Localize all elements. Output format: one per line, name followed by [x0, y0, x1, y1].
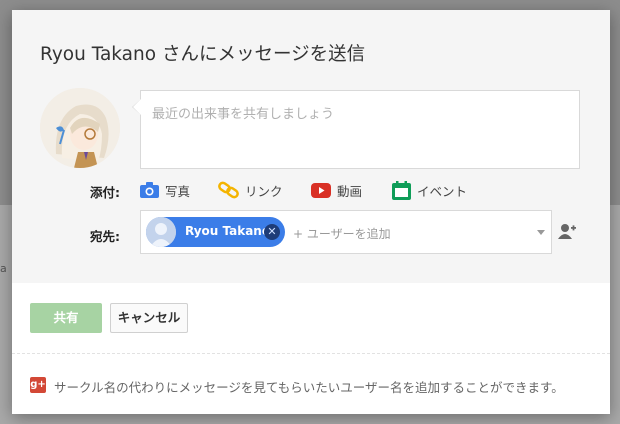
dialog-title: Ryou Takano さんにメッセージを送信	[40, 44, 366, 65]
recipient-avatar	[146, 217, 176, 247]
link-icon	[218, 181, 239, 199]
recipient-name: Ryou Takano	[185, 224, 271, 238]
share-button[interactable]: 共有	[30, 303, 102, 333]
attach-photo-button[interactable]: 写真	[140, 181, 190, 199]
attach-link-label: リンク	[245, 183, 283, 199]
camera-icon	[140, 182, 159, 198]
background-text-fragment: a	[0, 262, 7, 275]
recipient-chip[interactable]: Ryou Takano ✕	[146, 217, 285, 247]
send-message-dialog: Ryou Takano さんにメッセージを送信 最近の出来事を共有しましょう 添…	[12, 10, 610, 414]
avatar	[40, 88, 120, 168]
to-label: 宛先:	[90, 229, 120, 244]
chevron-down-icon[interactable]	[537, 230, 545, 235]
attach-link-button[interactable]: リンク	[218, 181, 283, 199]
add-user-input[interactable]: + ユーザーを追加	[293, 225, 391, 242]
attach-label: 添付:	[90, 185, 120, 200]
share-text-input[interactable]: 最近の出来事を共有しましょう	[132, 90, 580, 169]
dialog-divider	[12, 353, 610, 354]
share-placeholder: 最近の出来事を共有しましょう	[152, 107, 335, 122]
remove-recipient-icon[interactable]: ✕	[264, 224, 280, 240]
attach-event-button[interactable]: イベント	[392, 180, 468, 200]
default-person-icon	[146, 217, 176, 247]
attach-video-button[interactable]: 動画	[311, 181, 362, 199]
cancel-button[interactable]: キャンセル	[110, 303, 188, 333]
calendar-icon	[392, 180, 411, 200]
avatar-illustration	[40, 88, 120, 168]
attach-event-label: イベント	[417, 183, 468, 199]
attach-video-label: 動画	[337, 183, 363, 199]
recipients-field[interactable]: Ryou Takano ✕ + ユーザーを追加	[140, 210, 552, 254]
video-icon	[311, 182, 331, 198]
footer-hint: サークル名の代わりにメッセージを見てもらいたいユーザー名を追加することができます…	[54, 380, 564, 395]
google-plus-icon: g+	[30, 377, 46, 393]
add-person-icon[interactable]	[558, 223, 576, 239]
attach-photo-label: 写真	[165, 183, 191, 199]
